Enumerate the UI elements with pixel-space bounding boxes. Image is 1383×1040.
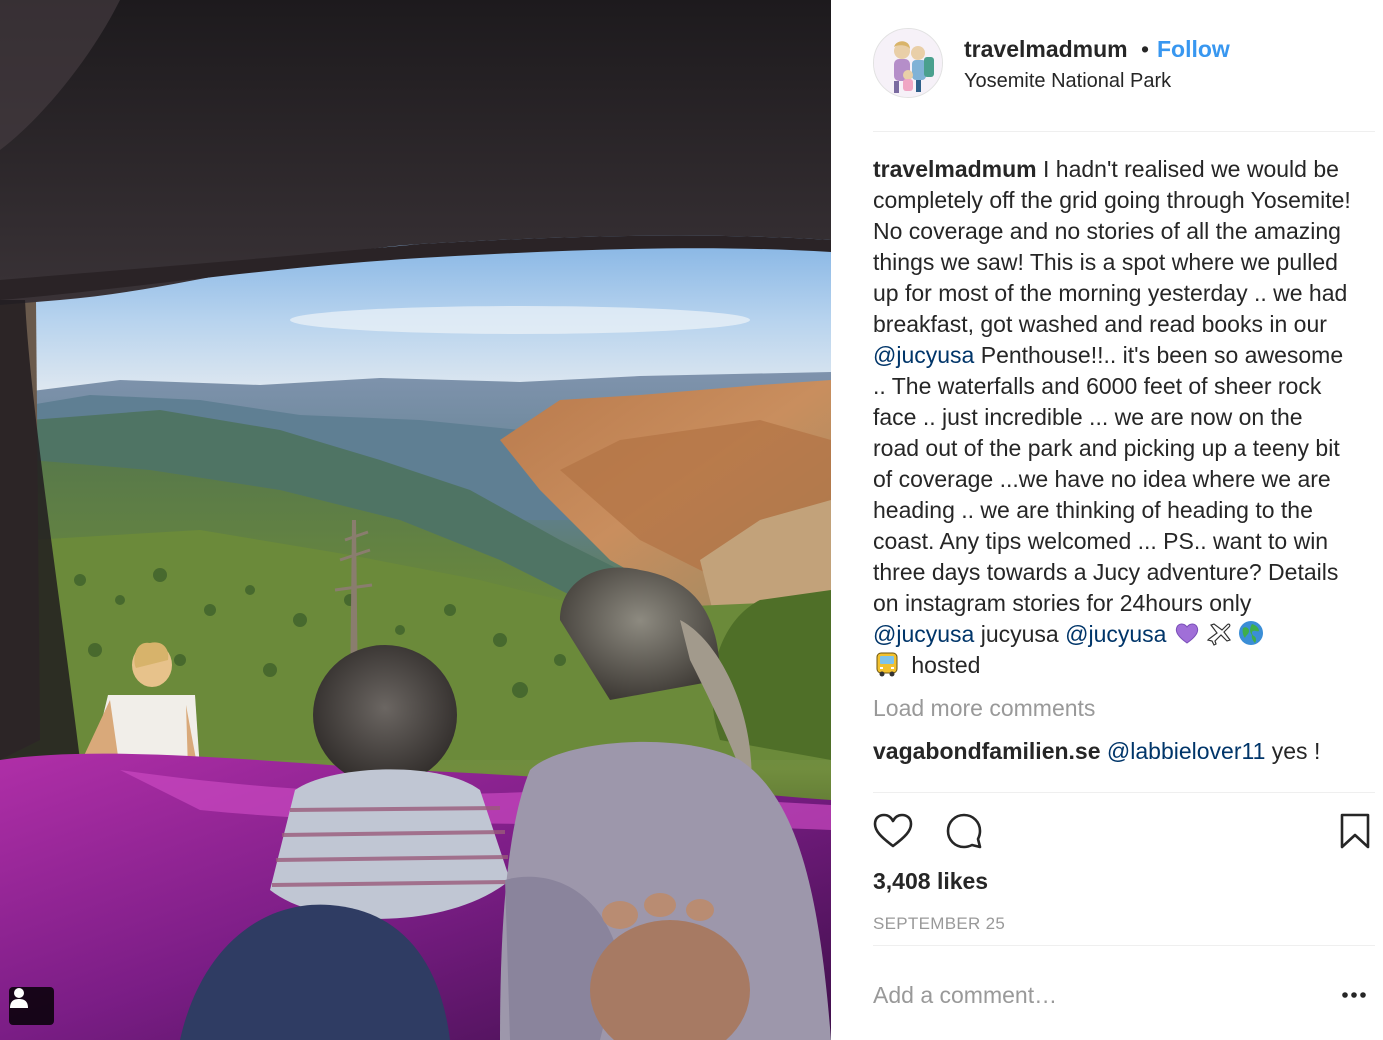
caption-mention[interactable]: @jucyusa — [1065, 621, 1166, 647]
caption-username[interactable]: travelmadmum — [873, 156, 1037, 182]
post-caption: travelmadmum I hadn't realised we would … — [873, 154, 1351, 681]
separator-dot: • — [1141, 36, 1150, 62]
comments-list[interactable]: travelmadmum I hadn't realised we would … — [873, 154, 1351, 792]
save-button[interactable] — [1339, 813, 1371, 854]
bookmark-icon — [1340, 813, 1370, 849]
like-button[interactable] — [873, 813, 913, 854]
user-icon — [10, 988, 28, 1008]
avatar[interactable] — [873, 28, 943, 98]
more-dots-icon — [1342, 992, 1366, 998]
caption-mention[interactable]: @jucyusa — [873, 621, 974, 647]
photo-illustration — [0, 0, 831, 1040]
caption-text: hosted — [905, 652, 981, 678]
heart-icon — [873, 813, 913, 848]
caption-text: Penthouse!!.. it's been so awesome .. Th… — [873, 342, 1344, 616]
post-actions: 3,408 likes SEPTEMBER 25 — [873, 792, 1375, 946]
caption-mention[interactable]: @jucyusa — [873, 342, 974, 368]
globe-icon — [1238, 621, 1263, 645]
purple-heart-icon — [1175, 623, 1199, 644]
post-username[interactable]: travelmadmum — [964, 36, 1128, 63]
avatar-illustration — [874, 29, 942, 97]
post-date[interactable]: SEPTEMBER 25 — [873, 914, 1005, 934]
post-header: travelmadmum • Follow Yosemite National … — [873, 28, 1375, 132]
post-location[interactable]: Yosemite National Park — [964, 70, 1171, 93]
comment-item: vagabondfamilien.se @labbielover11 yes ! — [873, 736, 1351, 767]
comment-text: yes ! — [1265, 738, 1321, 764]
comment-button[interactable] — [945, 812, 983, 855]
tagged-user-button[interactable] — [9, 987, 54, 1025]
comment-mention[interactable]: @labbielover11 — [1107, 738, 1265, 764]
likes-count[interactable]: 3,408 likes — [873, 868, 988, 895]
airplane-icon — [1206, 623, 1231, 646]
follow-button[interactable]: Follow — [1157, 36, 1230, 63]
post-details-panel: travelmadmum • Follow Yosemite National … — [831, 0, 1383, 1040]
caption-text: jucyusa — [974, 621, 1066, 647]
bus-icon — [876, 652, 898, 677]
post-photo[interactable] — [0, 0, 831, 1040]
load-more-comments-button[interactable]: Load more comments — [873, 693, 1351, 724]
speech-bubble-icon — [946, 813, 982, 849]
add-comment-input[interactable] — [873, 975, 1293, 1015]
caption-text: I hadn't realised we would be completely… — [873, 156, 1351, 337]
more-options-button[interactable] — [1339, 983, 1369, 1007]
comment-username[interactable]: vagabondfamilien.se — [873, 738, 1101, 764]
